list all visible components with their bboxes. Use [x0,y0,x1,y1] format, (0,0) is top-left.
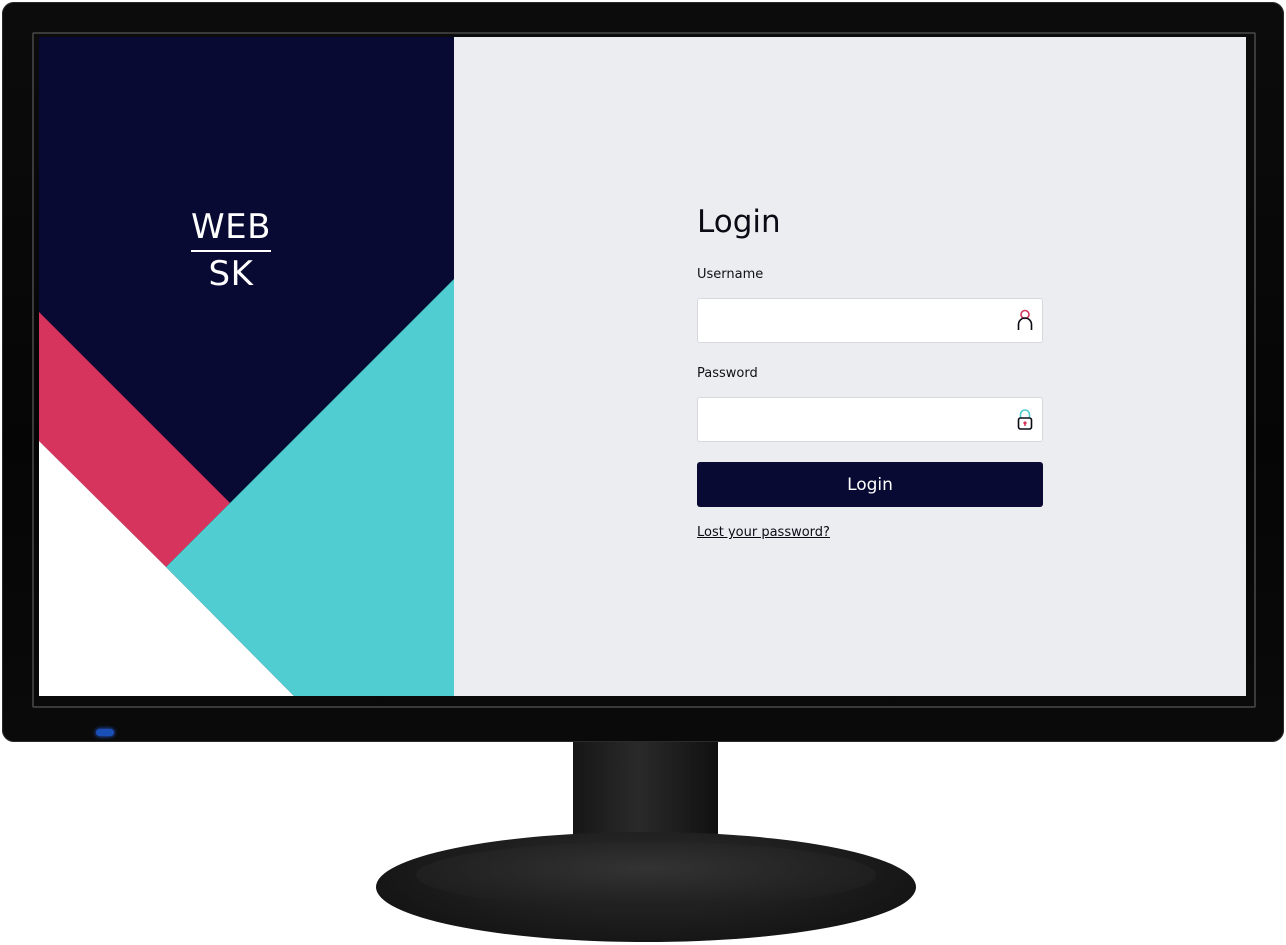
login-form: Login Username Password Login Lost your … [697,201,1043,541]
page-title: Login [697,204,781,240]
user-icon [1017,309,1033,330]
lock-icon [1017,409,1033,430]
brand-artwork [39,279,454,696]
power-led [96,729,114,736]
username-field-wrapper [697,298,1043,343]
monitor-mockup: WEB SK Login Username Password Login Los… [0,0,1286,945]
password-field-wrapper [697,397,1043,442]
username-label: Username [697,267,764,282]
login-button[interactable]: Login [697,462,1043,507]
password-input[interactable] [697,397,1043,442]
password-label: Password [697,366,758,381]
monitor-stand-base [376,832,916,942]
lost-password-link[interactable]: Lost your password? [697,525,830,540]
websk-logo: WEB SK [191,207,271,294]
username-input[interactable] [697,298,1043,343]
brand-panel: WEB SK [39,37,454,696]
monitor-screen: WEB SK Login Username Password Login Los… [39,37,1246,696]
logo-top-text: WEB [191,207,271,247]
logo-bottom-text: SK [208,254,254,294]
